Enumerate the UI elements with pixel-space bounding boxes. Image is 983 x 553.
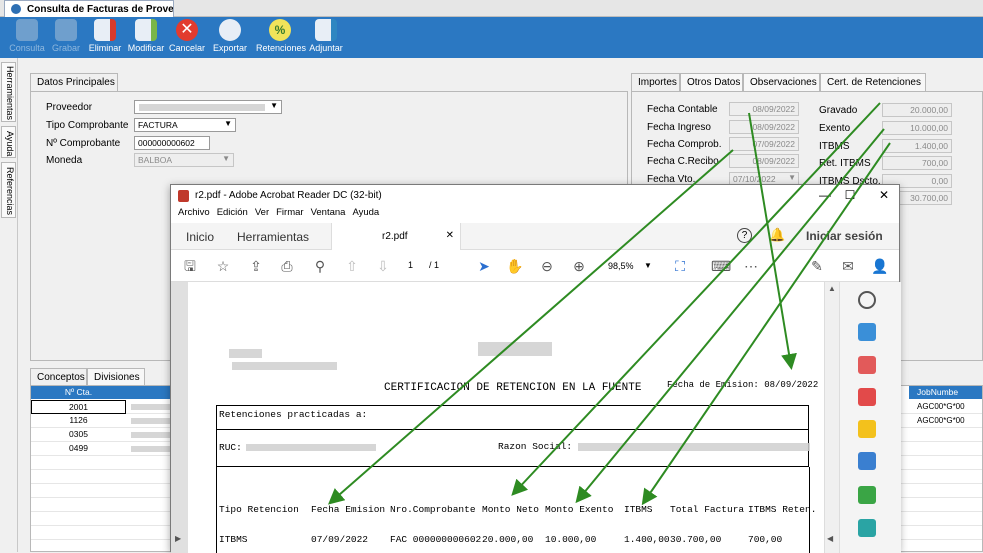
arrow-gravado (511, 102, 881, 496)
arrow-fecha-contable (748, 112, 797, 370)
arrow-fecha-comprob (327, 149, 734, 505)
arrow-exento (575, 128, 885, 504)
annotation-arrows (327, 102, 891, 506)
